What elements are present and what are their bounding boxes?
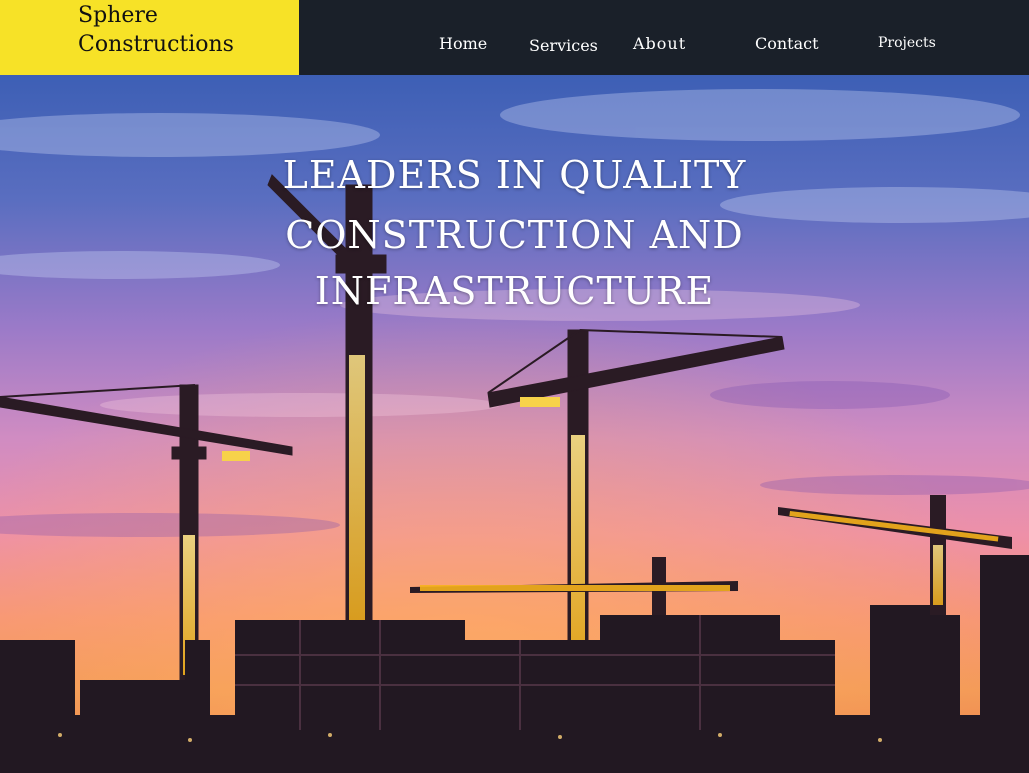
- site-header: Sphere Constructions Home Services About…: [0, 0, 1029, 75]
- hero-headline-line2: CONSTRUCTION AND: [285, 213, 744, 257]
- nav-home[interactable]: Home: [439, 35, 487, 53]
- logo-text-line1: Sphere: [78, 3, 158, 28]
- hero-headline-line1: LEADERS IN QUALITY: [282, 153, 747, 197]
- nav-contact[interactable]: Contact: [755, 35, 819, 53]
- nav-projects[interactable]: Projects: [878, 34, 936, 52]
- hero-headline-line3: INFRASTRUCTURE: [314, 269, 715, 313]
- nav-about[interactable]: About: [633, 35, 686, 53]
- logo[interactable]: Sphere Constructions: [0, 0, 299, 75]
- logo-text-line2: Constructions: [78, 32, 234, 57]
- nav-services[interactable]: Services: [529, 37, 598, 55]
- hero-section: LEADERS IN QUALITY CONSTRUCTION AND INFR…: [0, 75, 1029, 773]
